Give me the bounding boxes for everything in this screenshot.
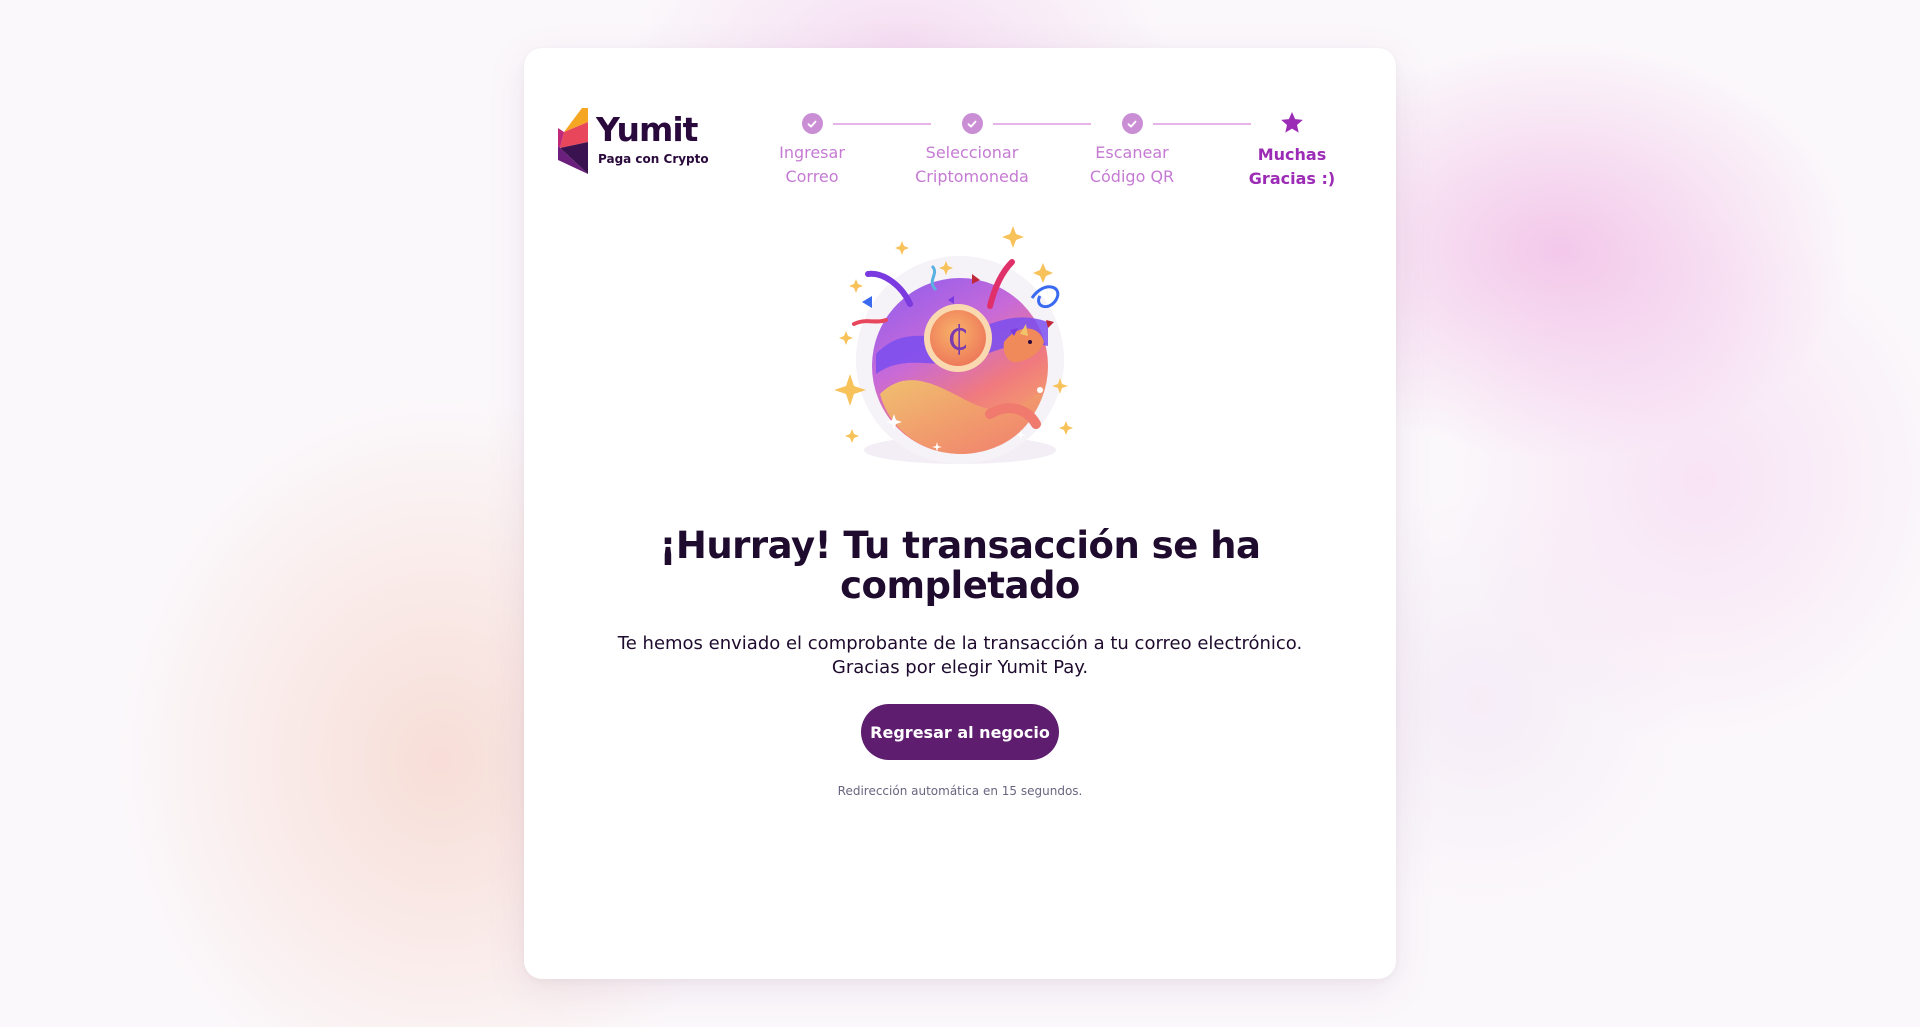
celebration-coin-fox-illustration: ₵	[834, 226, 1073, 464]
redirect-countdown: Redirección automática en 15 segundos.	[837, 784, 1083, 798]
progress-stepper: Ingresar Correo Seleccionar Criptomoneda…	[739, 104, 1339, 194]
yumit-logo-icon	[558, 108, 588, 174]
success-title: ¡Hurray! Tu transacción se ha completado	[659, 524, 1261, 607]
step-label: Seleccionar Criptomoneda	[915, 143, 1029, 186]
brand-logo: Yumit Paga con Crypto	[558, 108, 709, 178]
step-label: Ingresar Correo	[779, 143, 845, 186]
step-label: Escanear Código QR	[1089, 143, 1175, 186]
step-seleccionar-criptomoneda: Seleccionar Criptomoneda	[902, 104, 1042, 189]
check-icon	[801, 113, 823, 134]
check-icon	[961, 113, 983, 134]
check-icon	[1121, 113, 1143, 134]
star-icon	[1279, 110, 1305, 136]
brand-tagline: Paga con Crypto	[598, 152, 709, 166]
success-message: Te hemos enviado el comprobante de la tr…	[617, 633, 1303, 678]
payment-card: Yumit Paga con Crypto Ingresar Correo Se…	[524, 48, 1396, 979]
svg-text:₵: ₵	[947, 319, 969, 359]
step-escanear-codigo-qr: Escanear Código QR	[1062, 104, 1202, 189]
step-muchas-gracias: Muchas Gracias :)	[1222, 104, 1362, 191]
step-ingresar-correo: Ingresar Correo	[742, 104, 882, 189]
return-to-merchant-button[interactable]: Regresar al negocio	[861, 704, 1059, 760]
step-label: Muchas Gracias :)	[1248, 145, 1336, 188]
brand-name: Yumit	[596, 110, 698, 149]
